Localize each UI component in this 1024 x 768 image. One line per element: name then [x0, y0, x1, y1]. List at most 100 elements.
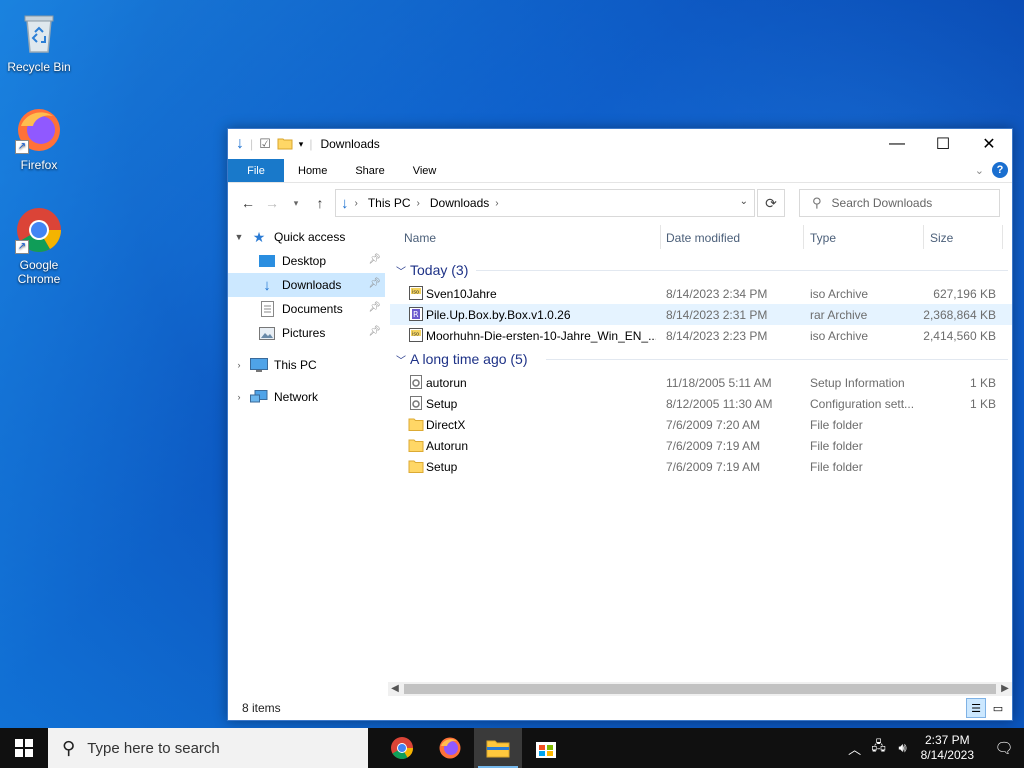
desktop-icon-recycle-bin[interactable]: Recycle Bin — [0, 8, 78, 74]
chevron-down-icon[interactable]: ﹀ — [392, 263, 410, 278]
back-button[interactable]: ← — [236, 195, 260, 211]
file-size: 2,414,560 KB — [923, 329, 996, 343]
refresh-button[interactable]: ⟳ — [757, 189, 785, 217]
new-folder-icon[interactable] — [277, 136, 293, 153]
address-bar[interactable]: ↓ › This PC › Downloads › ⌄ — [335, 189, 755, 217]
file-name: Pile.Up.Box.by.Box.v1.0.26 — [426, 308, 571, 322]
pictures-folder-icon — [258, 325, 276, 341]
desktop-icon-firefox[interactable]: ↗ Firefox — [0, 106, 78, 172]
documents-folder-icon — [258, 301, 276, 317]
desktop-folder-icon — [258, 253, 276, 269]
close-button[interactable]: ✕ — [966, 129, 1012, 159]
ribbon-tabs: File Home Share View ⌄ ? — [228, 159, 1012, 183]
column-divider[interactable] — [803, 225, 804, 249]
column-header-name[interactable]: Name — [404, 231, 436, 245]
svg-text:iso: iso — [412, 290, 419, 296]
group-header-long-ago[interactable]: ﹀ A long time ago (5) — [390, 346, 1012, 372]
nav-item-label: Documents — [282, 302, 343, 316]
taskbar-search-input[interactable]: ⚲ Type here to search — [48, 728, 368, 768]
pin-icon[interactable]: 📌︎ — [368, 326, 381, 337]
table-row[interactable]: Setup 7/6/2009 7:19 AM File folder — [390, 456, 1012, 477]
network-status-icon[interactable]: 🖧︎ — [867, 737, 891, 759]
maximize-button[interactable]: ☐ — [920, 129, 966, 159]
firefox-icon: ↗ — [15, 106, 63, 154]
up-button[interactable]: ↑ — [308, 195, 332, 211]
nav-item-downloads[interactable]: ↓ Downloads 📌︎ — [228, 273, 385, 297]
table-row[interactable]: DirectX 7/6/2009 7:20 AM File folder — [390, 414, 1012, 435]
breadcrumb-downloads[interactable]: Downloads — [430, 196, 489, 210]
taskbar-store[interactable] — [522, 728, 570, 768]
desktop-icon-label: Firefox — [20, 158, 58, 172]
nav-item-this-pc[interactable]: › This PC — [228, 353, 385, 377]
column-header-date[interactable]: Date modified — [666, 231, 740, 245]
customize-toolbar-icon[interactable]: ▾ — [299, 139, 304, 150]
show-hidden-icons-icon[interactable]: ︿ — [843, 739, 867, 758]
iso-file-icon: iso — [408, 285, 424, 301]
tab-home[interactable]: Home — [284, 159, 341, 182]
table-row[interactable]: Setup 8/12/2005 11:30 AM Configuration s… — [390, 393, 1012, 414]
network-icon — [250, 389, 268, 405]
details-view-icon[interactable]: ☰ — [966, 698, 986, 718]
expand-ribbon-icon[interactable]: ⌄ — [975, 164, 984, 177]
clock-date: 8/14/2023 — [920, 748, 974, 762]
store-icon — [536, 742, 556, 758]
desktop-icon-chrome[interactable]: ↗ Google Chrome — [0, 206, 78, 286]
nav-item-documents[interactable]: Documents 📌︎ — [228, 297, 385, 321]
tab-file[interactable]: File — [228, 159, 284, 182]
table-row[interactable]: autorun 11/18/2005 5:11 AM Setup Informa… — [390, 372, 1012, 393]
column-header-size[interactable]: Size — [930, 231, 953, 245]
table-row[interactable]: iso Sven10Jahre 8/14/2023 2:34 PM iso Ar… — [390, 283, 1012, 304]
downloads-location-icon: ↓ — [341, 194, 349, 212]
volume-icon[interactable]: 🔊︎ — [891, 740, 915, 756]
nav-item-network[interactable]: › Network — [228, 385, 385, 409]
column-divider[interactable] — [1002, 225, 1003, 249]
horizontal-scrollbar[interactable]: ◀ ▶ — [388, 682, 1012, 696]
nav-item-pictures[interactable]: Pictures 📌︎ — [228, 321, 385, 345]
folder-icon — [408, 416, 424, 432]
file-date: 7/6/2009 7:20 AM — [666, 418, 761, 432]
taskbar-chrome[interactable] — [378, 728, 426, 768]
nav-item-quick-access[interactable]: ▼ ★ Quick access — [228, 225, 385, 249]
file-date: 11/18/2005 5:11 AM — [666, 376, 772, 390]
pin-icon[interactable]: 📌︎ — [368, 278, 381, 289]
chevron-right-icon[interactable]: › — [228, 392, 250, 402]
address-dropdown-icon[interactable]: ⌄ — [740, 196, 748, 207]
column-divider[interactable] — [660, 225, 661, 249]
pin-icon[interactable]: 📌︎ — [368, 254, 381, 265]
file-name: Moorhuhn-Die-ersten-10-Jahre_Win_EN_... — [426, 329, 656, 343]
pin-icon[interactable]: 📌︎ — [368, 302, 381, 313]
scrollbar-thumb[interactable] — [404, 684, 996, 694]
help-icon[interactable]: ? — [992, 162, 1008, 178]
forward-button[interactable]: → — [260, 195, 284, 211]
notifications-icon[interactable]: 🗨︎ — [984, 739, 1024, 757]
table-row[interactable]: iso Moorhuhn-Die-ersten-10-Jahre_Win_EN_… — [390, 325, 1012, 346]
column-header-type[interactable]: Type — [810, 231, 836, 245]
recent-locations-icon[interactable]: ▾ — [284, 198, 308, 209]
svg-text:R: R — [413, 310, 419, 319]
chevron-right-icon[interactable]: › — [228, 360, 250, 370]
tab-share[interactable]: Share — [341, 159, 398, 182]
group-header-today[interactable]: ﹀ Today (3) — [390, 257, 1012, 283]
table-row[interactable]: R Pile.Up.Box.by.Box.v1.0.26 8/14/2023 2… — [390, 304, 1012, 325]
start-button[interactable] — [0, 728, 48, 768]
clock[interactable]: 2:37 PM 8/14/2023 — [921, 733, 974, 763]
taskbar-file-explorer[interactable] — [474, 728, 522, 768]
chevron-right-icon[interactable]: › — [495, 198, 498, 209]
toolbar-separator: | — [309, 137, 313, 151]
taskbar-firefox[interactable] — [426, 728, 474, 768]
scroll-right-icon[interactable]: ▶ — [998, 682, 1012, 696]
minimize-button[interactable]: — — [874, 129, 920, 159]
properties-icon[interactable]: ☑ — [259, 136, 271, 152]
tab-view[interactable]: View — [399, 159, 451, 182]
large-icons-view-icon[interactable]: ▭ — [988, 698, 1008, 718]
title-bar: ↓ | ☑ ▾ | Downloads — ☐ ✕ — [228, 129, 1012, 159]
chevron-down-icon[interactable]: ▼ — [228, 232, 250, 242]
breadcrumb-this-pc[interactable]: This PC — [368, 196, 411, 210]
chevron-down-icon[interactable]: ﹀ — [392, 352, 410, 367]
nav-item-desktop[interactable]: Desktop 📌︎ — [228, 249, 385, 273]
column-divider[interactable] — [923, 225, 924, 249]
search-input[interactable]: ⚲ Search Downloads — [799, 189, 1000, 217]
scroll-left-icon[interactable]: ◀ — [388, 682, 402, 696]
group-label: A long time ago (5) — [410, 351, 528, 367]
table-row[interactable]: Autorun 7/6/2009 7:19 AM File folder — [390, 435, 1012, 456]
